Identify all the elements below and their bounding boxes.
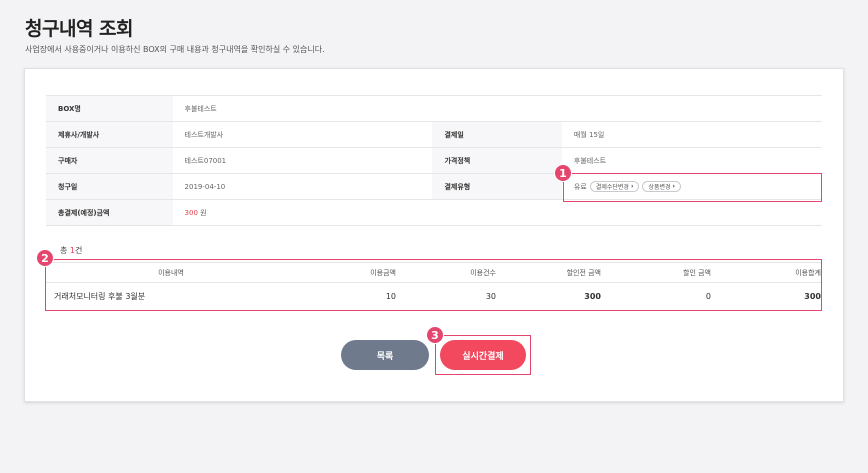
callout-badge-2: 2 xyxy=(36,249,54,267)
buyer-value: 테스트07001 xyxy=(172,147,433,174)
info-row: 제휴사/개발사 테스트개발사 결제일 매월 15일 xyxy=(46,121,822,148)
highlight-box-usage-table xyxy=(45,259,822,311)
buyer-label: 구매자 xyxy=(46,147,173,174)
usage-count: 총 1건 xyxy=(60,245,82,256)
usage-count-suffix: 건 xyxy=(75,246,83,255)
callout-badge-3: 3 xyxy=(426,326,444,344)
page-description: 사업장에서 사용중이거나 이용하신 BOX의 구매 내용과 청구내역을 확인하실… xyxy=(25,45,325,54)
total-amount-unit: 원 xyxy=(200,208,207,217)
usage-count-prefix: 총 xyxy=(60,246,68,255)
total-amount-value: 300 xyxy=(184,208,198,217)
box-name-label: BOX명 xyxy=(46,95,173,122)
billing-info-table: BOX명 후불테스트 제휴사/개발사 테스트개발사 결제일 매월 15일 구매자… xyxy=(46,95,822,226)
callout-badge-1: 1 xyxy=(554,164,572,182)
highlight-box-pay-button xyxy=(435,335,531,375)
highlight-box-payment-type xyxy=(563,173,822,202)
billing-date-label: 청구일 xyxy=(46,173,173,200)
list-button[interactable]: 목록 xyxy=(341,340,429,370)
empty-label xyxy=(432,95,562,122)
billing-date-value: 2019-04-10 xyxy=(172,173,433,200)
partner-label: 제휴사/개발사 xyxy=(46,121,173,148)
total-amount-cell: 300 원 xyxy=(172,199,822,226)
empty-value xyxy=(561,95,822,122)
total-amount-label: 총결제(예정)금액 xyxy=(46,199,173,226)
price-policy-value: 후불테스트 xyxy=(561,147,822,174)
info-row: 총결제(예정)금액 300 원 xyxy=(46,199,822,226)
partner-value: 테스트개발사 xyxy=(172,121,433,148)
payday-label: 결제일 xyxy=(432,121,562,148)
info-row: BOX명 후불테스트 xyxy=(46,95,822,122)
price-policy-label: 가격정책 xyxy=(432,147,562,174)
info-row: 구매자 테스트07001 가격정책 후불테스트 xyxy=(46,147,822,174)
payment-type-label: 결제유형 xyxy=(432,173,562,200)
box-name-value: 후불테스트 xyxy=(172,95,433,122)
page-title: 청구내역 조회 xyxy=(25,18,134,40)
payday-value: 매월 15일 xyxy=(561,121,822,148)
